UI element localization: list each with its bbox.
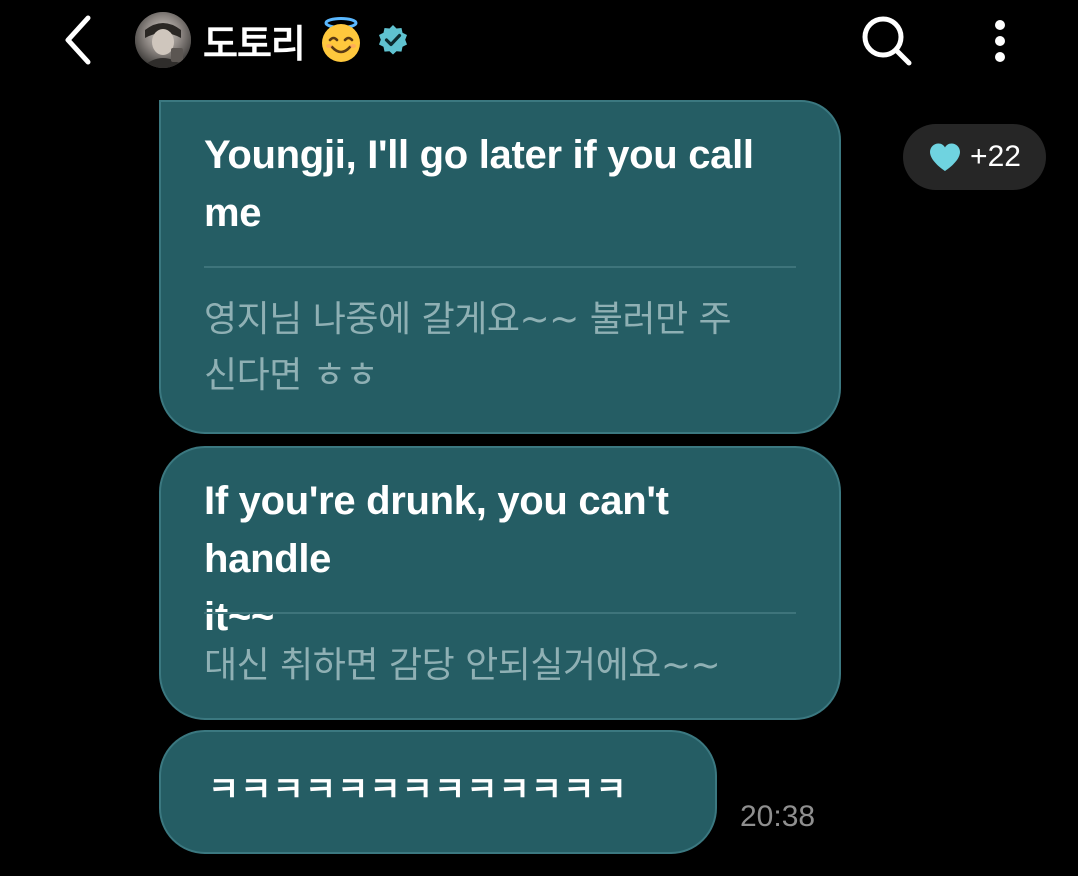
avatar[interactable] xyxy=(135,12,191,68)
chat-header: 도토리 xyxy=(0,0,1078,80)
chat-title-group: 도토리 xyxy=(203,10,409,70)
message-bubble[interactable]: Youngji, I'll go later if you call me 영지… xyxy=(159,100,841,434)
message-text-line: If you're drunk, you can't handle xyxy=(204,479,669,581)
search-button[interactable] xyxy=(856,10,918,72)
original-text-line: 영지님 나중에 갈게요~~ 불러만 주 xyxy=(204,299,732,340)
more-vertical-icon xyxy=(995,20,1005,30)
message-bubble[interactable]: If you're drunk, you can't handle it~~ 대… xyxy=(159,446,841,720)
more-options-button[interactable] xyxy=(976,10,1024,72)
message-bubble[interactable]: ㅋㅋㅋㅋㅋㅋㅋㅋㅋㅋㅋㅋㅋ xyxy=(159,730,717,854)
message-text: Youngji, I'll go later if you call me xyxy=(204,126,804,242)
heart-icon xyxy=(930,143,961,171)
verified-badge-icon xyxy=(377,24,409,56)
search-icon xyxy=(862,16,912,66)
original-text-line: 신다면 ㅎㅎ xyxy=(204,355,379,396)
profile-photo xyxy=(135,12,191,68)
more-vertical-icon-dot xyxy=(995,36,1005,46)
original-text: 대신 취하면 감당 안되실거에요~~ xyxy=(204,638,804,694)
original-text-line: 대신 취하면 감당 안되실거에요~~ xyxy=(204,645,721,686)
message-text: ㅋㅋㅋㅋㅋㅋㅋㅋㅋㅋㅋㅋㅋ xyxy=(208,770,628,810)
translation-divider xyxy=(204,266,796,268)
chat-title: 도토리 xyxy=(203,21,306,66)
translation-divider xyxy=(204,612,796,614)
message-timestamp: 20:38 xyxy=(740,800,816,833)
original-text: 영지님 나중에 갈게요~~ 불러만 주 신다면 ㅎㅎ xyxy=(204,292,804,404)
more-vertical-icon-dot xyxy=(995,52,1005,62)
message-text: If you're drunk, you can't handle it~~ xyxy=(204,472,804,646)
message-text-line: Youngji, I'll go later if you call xyxy=(204,133,754,177)
chevron-left-icon xyxy=(65,15,91,65)
message-text-line: me xyxy=(204,191,262,235)
reaction-chip[interactable]: +22 xyxy=(903,124,1046,190)
reaction-count: +22 xyxy=(970,140,1021,173)
halo-emoji-icon xyxy=(317,16,365,64)
back-button[interactable] xyxy=(52,12,104,68)
